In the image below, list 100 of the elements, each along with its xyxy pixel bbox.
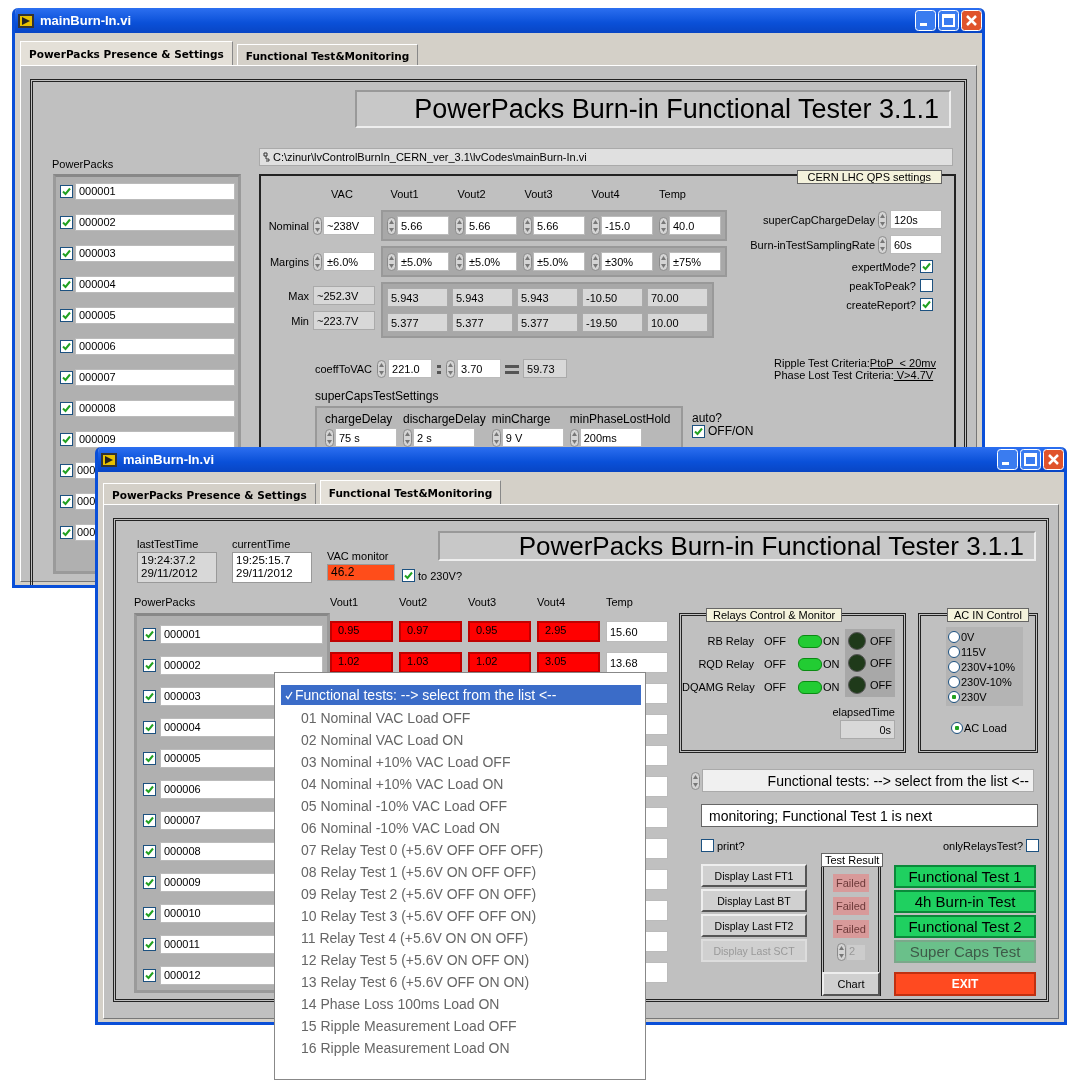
spinner-arrows[interactable] [325,428,334,447]
maximize-button[interactable] [1020,449,1041,470]
spinner-arrows[interactable] [313,216,322,235]
checkbox[interactable] [143,813,156,827]
checkbox[interactable] [143,751,156,765]
input-field[interactable]: -15.0 [601,216,653,235]
checkbox[interactable] [60,525,73,539]
display-button[interactable]: Display Last FT1 [701,864,807,887]
spinner-arrows[interactable] [523,216,532,235]
path-field[interactable]: C:\zinur\lvControlBurnIn_CERN_ver_3.1\lvCodes\mainBurn-In.vi [259,148,953,166]
checkbox[interactable] [143,689,156,703]
spinner-arrows[interactable] [659,216,668,235]
tab[interactable]: PowerPacks Presence & Settings [20,41,233,65]
checkbox[interactable] [60,308,73,322]
spinner-arrows[interactable] [377,359,387,378]
input-field[interactable]: 000008 [75,399,235,417]
spinner-arrows[interactable] [387,252,396,271]
input-field[interactable]: 000 [75,461,97,479]
input-field[interactable]: ±6.0% [323,252,375,271]
input-field[interactable]: ±5.0% [397,252,449,271]
checkbox[interactable] [1026,839,1039,852]
menu-item[interactable]: 16 Ripple Measurement Load ON [281,1039,641,1057]
input-field[interactable]: 000001 [75,182,235,200]
checkbox[interactable] [701,839,714,852]
input-field[interactable]: 221.0 [388,359,433,378]
checkbox[interactable] [60,215,73,229]
spinner-arrows[interactable] [523,252,532,271]
checkbox[interactable] [60,494,73,508]
spinner-arrows[interactable] [878,210,887,229]
spinner-arrows[interactable] [569,428,579,447]
spinner-arrows[interactable] [878,235,887,254]
input-field[interactable]: 9 V [501,428,564,447]
checkbox[interactable] [60,401,73,415]
radio-button[interactable] [948,645,960,658]
input-field[interactable]: 5.66 [533,216,585,235]
radio-button[interactable] [948,675,960,688]
checkbox[interactable] [143,782,156,796]
checkbox[interactable] [60,184,73,198]
input-field[interactable]: 40.0 [669,216,721,235]
checkbox[interactable] [60,463,73,477]
checkbox[interactable] [402,569,415,582]
spinner-arrows[interactable] [659,252,668,271]
checkbox[interactable] [60,339,73,353]
input-field[interactable]: 2 s [413,428,475,447]
toggle-switch[interactable] [798,680,822,694]
input-field[interactable]: 000004 [75,275,235,293]
spinner-arrows[interactable] [591,252,600,271]
spinner-arrows[interactable] [591,216,600,235]
checkbox[interactable] [143,968,156,982]
checkbox[interactable] [143,720,156,734]
test-button[interactable]: Functional Test 1 [894,865,1036,888]
menu-item[interactable]: 15 Ripple Measurement Load OFF [281,1017,641,1035]
menu-item[interactable]: Functional tests: --> select from the list <-- [281,685,641,705]
radio-button[interactable] [948,660,960,673]
display-button[interactable]: Display Last BT [701,889,807,912]
radio-button[interactable] [951,721,963,734]
input-field[interactable]: 000007 [75,368,235,386]
input-field[interactable]: 5.66 [465,216,517,235]
checkbox[interactable] [143,627,156,641]
checkbox[interactable] [60,370,73,384]
toggle-switch[interactable] [798,657,822,671]
close-button[interactable] [1043,449,1064,470]
checkbox[interactable] [143,906,156,920]
test-button[interactable]: 4h Burn-in Test [894,890,1036,913]
minimize-button[interactable] [997,449,1018,470]
input-field[interactable]: ~238V [323,216,375,235]
input-field[interactable]: 000002 [160,655,323,675]
checkbox[interactable] [692,425,705,438]
input-field[interactable]: 000001 [160,624,323,644]
tab[interactable]: PowerPacks Presence & Settings [103,483,316,504]
input-field[interactable]: 000005 [75,306,235,324]
input-field[interactable]: 3.70 [457,359,502,378]
input-field[interactable]: ±30% [601,252,653,271]
spinner-arrows[interactable] [491,428,501,447]
radio-button[interactable] [948,630,960,643]
minimize-button[interactable] [915,10,936,31]
tab[interactable]: Functional Test&Monitoring [236,44,419,65]
input-field[interactable]: ±5.0% [533,252,585,271]
checkbox[interactable] [143,844,156,858]
input-field[interactable]: 000003 [75,244,235,262]
input-field[interactable]: 75 s [335,428,397,447]
chart-button[interactable]: Chart [822,972,880,996]
checkbox[interactable] [920,260,933,273]
spinner-arrows[interactable] [446,359,456,378]
toggle-switch[interactable] [798,634,822,648]
input-field[interactable]: 5.66 [397,216,449,235]
checkbox[interactable] [920,298,933,311]
spinner-arrows[interactable] [691,771,700,790]
input-field[interactable]: ±75% [669,252,721,271]
checkbox[interactable] [60,432,73,446]
test-selector[interactable]: Functional tests: --> select from the list <-- [702,769,1034,792]
input-field[interactable]: 000009 [75,430,235,448]
input-field[interactable]: 000002 [75,213,235,231]
checkbox[interactable] [143,875,156,889]
display-button[interactable]: Display Last FT2 [701,914,807,937]
input-field[interactable]: ±5.0% [465,252,517,271]
spinner-arrows[interactable] [455,252,464,271]
checkbox[interactable] [60,246,73,260]
checkbox[interactable] [920,279,933,292]
input-field[interactable]: 000 [75,492,97,510]
